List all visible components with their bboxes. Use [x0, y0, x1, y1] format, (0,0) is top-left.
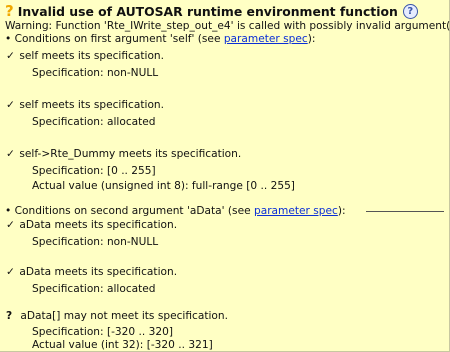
warning-message: Warning: Function 'Rte_IWrite_step_out_e…	[5, 20, 450, 32]
condition-detail: Specification: [0 .. 255]	[32, 165, 156, 177]
condition-title: aData meets its specification.	[19, 219, 178, 231]
condition-row: ✓ self meets its specification.	[6, 99, 164, 111]
question-mark-icon: ?	[6, 310, 13, 322]
warning-question-icon: ?	[5, 1, 14, 20]
condition-title: self meets its specification.	[19, 50, 165, 62]
condition-row: ✓ self meets its specification.	[6, 50, 164, 62]
check-icon: ✓	[6, 148, 15, 160]
condition-detail: Actual value (int 32): [-320 .. 321]	[32, 339, 213, 351]
title-bar: ? Invalid use of AUTOSAR runtime environ…	[5, 2, 418, 20]
condition-detail: Actual value (unsigned int 8): full-rang…	[32, 180, 295, 192]
condition-detail: Specification: allocated	[32, 283, 156, 295]
check-title: Invalid use of AUTOSAR runtime environme…	[17, 3, 398, 19]
condition-detail: Specification: non-NULL	[32, 236, 159, 248]
parameter-spec-link[interactable]: parameter spec	[254, 205, 338, 217]
section-text: Conditions on first argument 'self' (see	[14, 33, 224, 45]
condition-detail: Specification: non-NULL	[32, 67, 159, 79]
check-icon: ✓	[6, 219, 15, 231]
condition-row: ? aData[] may not meet its specification…	[6, 310, 228, 322]
help-icon[interactable]: ?	[402, 3, 418, 19]
condition-row: ✓ aData meets its specification.	[6, 266, 177, 278]
condition-title: self->Rte_Dummy meets its specification.	[19, 148, 242, 160]
check-icon: ✓	[6, 266, 15, 278]
bullet: •	[5, 33, 12, 45]
condition-row: ✓ self->Rte_Dummy meets its specificatio…	[6, 148, 241, 160]
parameter-spec-link[interactable]: parameter spec	[224, 33, 308, 45]
condition-detail: Specification: allocated	[32, 116, 156, 128]
section-first-argument: • Conditions on first argument 'self' (s…	[5, 33, 316, 45]
section-second-argument: • Conditions on second argument 'aData' …	[5, 205, 346, 217]
section-text: Conditions on second argument 'aData' (s…	[14, 205, 254, 217]
condition-title: aData[] may not meet its specification.	[20, 310, 228, 322]
check-icon: ✓	[6, 50, 15, 62]
condition-title: self meets its specification.	[19, 99, 165, 111]
section-divider	[366, 211, 444, 212]
bullet: •	[5, 205, 12, 217]
condition-detail: Specification: [-320 .. 320]	[32, 326, 173, 338]
check-icon: ✓	[6, 99, 15, 111]
condition-title: aData meets its specification.	[19, 266, 178, 278]
condition-row: ✓ aData meets its specification.	[6, 219, 177, 231]
